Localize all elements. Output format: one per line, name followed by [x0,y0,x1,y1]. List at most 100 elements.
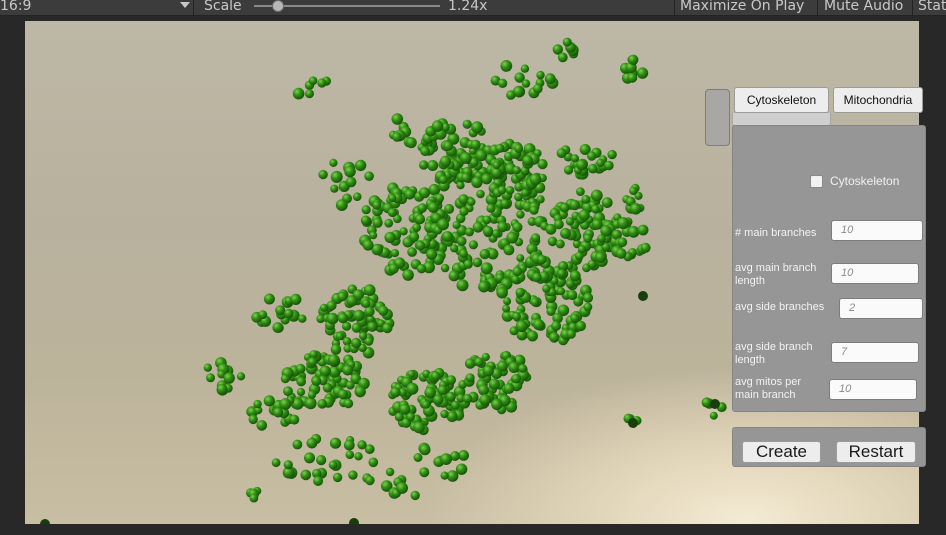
mute-audio-toggle[interactable]: Mute Audio [824,0,903,15]
sphere-particle [554,219,564,230]
sphere-particle [272,322,284,333]
sphere-particle [343,439,355,451]
sphere-particle [604,160,614,171]
sphere-particle [326,300,337,311]
sphere-particle [354,452,363,461]
toolbar-divider [193,0,194,16]
sphere-particle [544,73,556,85]
sphere-particle [476,189,485,199]
sphere-particle [512,312,521,321]
sphere-particle [320,303,328,312]
sphere-particle [369,231,378,240]
sphere-particle [402,269,414,281]
tab-cytoskeleton[interactable]: Cytoskeleton [734,87,829,113]
sphere-particle [361,205,371,215]
stats-toggle[interactable]: Stats [918,0,946,15]
restart-button[interactable]: Restart [836,441,916,463]
sphere-particle [304,397,317,410]
create-button[interactable]: Create [742,441,821,463]
sphere-particle [307,390,317,399]
sphere-particle [438,175,448,185]
sphere-particle [514,144,524,153]
sphere-particle [271,458,281,468]
sphere-particle [364,171,374,181]
sphere-particle [345,380,355,390]
sphere-particle [482,365,494,377]
sphere-particle [388,194,397,203]
sphere-particle [330,344,342,355]
sphere-particle [503,244,515,256]
side-branch-length-input[interactable]: 7 [831,342,919,363]
settings-panel: Cytoskeleton Mitochondria Cytoskeleton #… [705,84,926,474]
sphere-particle [368,457,379,468]
sphere-particle [387,208,397,218]
sphere-particle [284,308,294,319]
sphere-particle [249,493,259,503]
sphere-particle [448,270,460,282]
sphere-particle [396,482,408,494]
main-branch-length-input[interactable]: 10 [831,263,919,284]
maximize-on-play-toggle[interactable]: Maximize On Play [680,0,804,15]
sphere-particle [512,166,521,175]
aspect-ratio-dropdown[interactable]: 16:9 [0,0,192,15]
sphere-particle [480,262,493,275]
sphere-particle [636,67,649,79]
sphere-particle [515,287,525,298]
sphere-particle [357,440,367,450]
sphere-particle [640,242,651,253]
sphere-particle [555,239,565,249]
sphere-particle [409,231,420,242]
sphere-particle [295,363,306,374]
tab-mitochondria[interactable]: Mitochondria [833,87,923,113]
sphere-particle [329,437,342,449]
sphere-particle [512,266,523,277]
sphere-particle [479,248,490,260]
sphere-particle [557,269,567,278]
sphere-particle [343,398,354,409]
aspect-ratio-label: 16:9 [0,0,32,14]
sphere-particle [478,281,490,293]
sphere-particle [463,259,473,269]
sphere-particle [516,210,525,219]
sphere-particle [352,192,362,201]
sphere-particle [354,385,366,398]
sphere-particle [317,399,328,409]
sphere-particle [503,297,512,306]
panel-collapse-handle[interactable] [705,89,730,146]
sphere-particle [442,231,453,242]
sphere-particle [587,151,597,161]
sphere-particle [308,76,318,85]
sphere-particle [223,372,235,384]
sphere-particle [578,245,586,254]
cytoskeleton-checkbox[interactable] [810,175,823,188]
sphere-particle [378,305,389,316]
sphere-particle [465,227,474,237]
sphere-particle [410,490,420,501]
sphere-particle [607,149,617,160]
sphere-particle [337,291,348,302]
main-branches-input[interactable]: 10 [831,220,923,241]
sphere-particle [431,120,444,132]
sphere-particle [459,249,468,258]
sphere-particle [428,202,439,213]
sphere-particle [258,310,268,320]
chevron-down-icon[interactable] [180,2,190,8]
sphere-particle [439,155,452,167]
sphere-particle [263,395,275,407]
sphere-particle [412,223,421,232]
sphere-particle [532,318,545,331]
sphere-particle [437,385,448,396]
scale-slider-thumb[interactable] [272,0,284,12]
sphere-particle [367,321,378,332]
sphere-particle [471,176,483,188]
cytoskeleton-checkbox-label: Cytoskeleton [830,174,900,188]
sphere-particle [551,320,562,331]
sphere-particle [407,247,417,257]
sphere-particle [273,407,284,418]
sphere-particle [578,209,590,221]
sphere-particle [529,205,539,215]
sphere-particle [547,236,558,247]
window-frame-bottom [0,524,946,535]
side-branches-input[interactable]: 2 [839,298,923,319]
mitos-per-branch-input[interactable]: 10 [829,379,917,400]
